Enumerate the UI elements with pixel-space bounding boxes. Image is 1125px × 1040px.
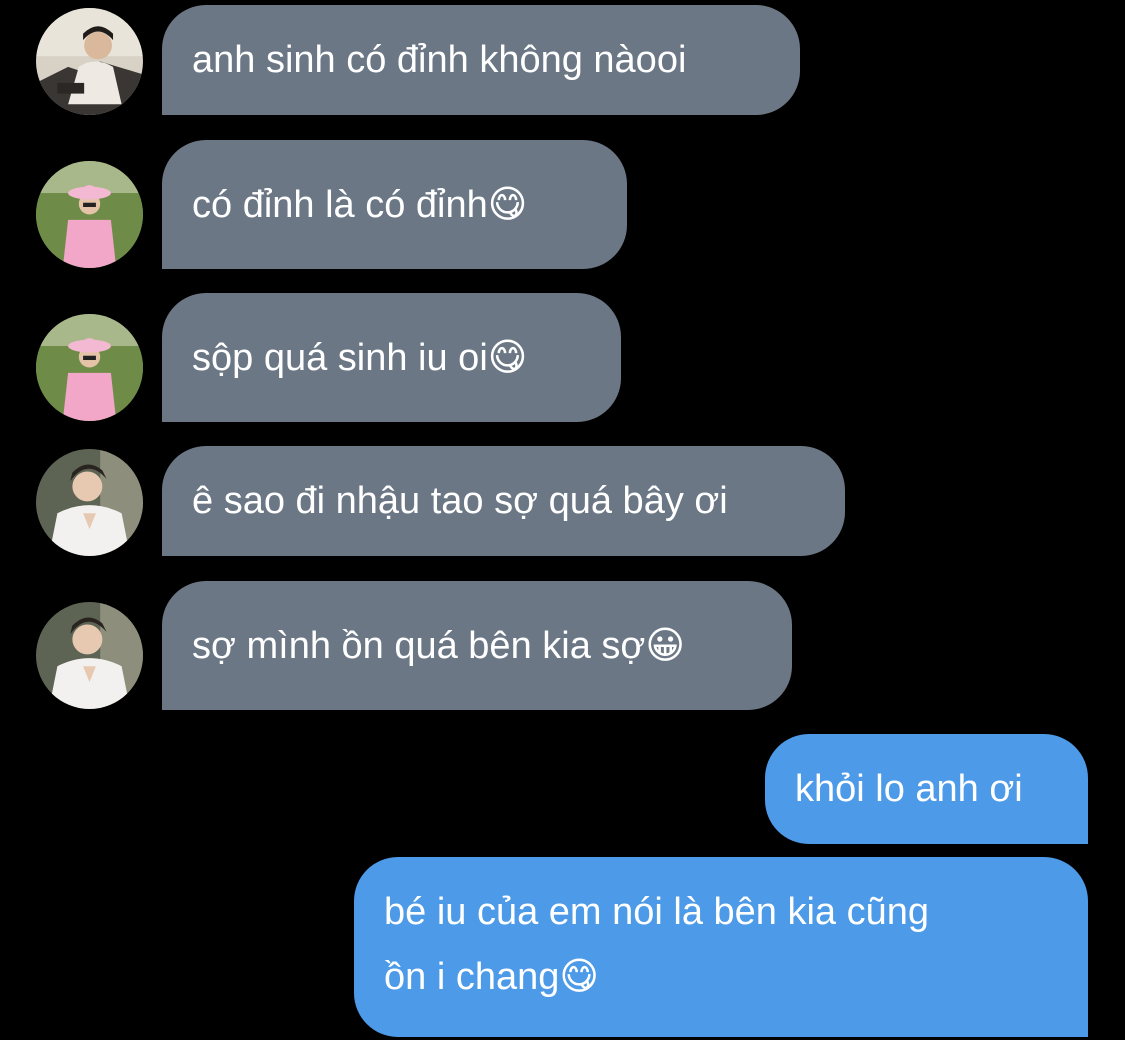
message-bubble-incoming[interactable]: sộp quá sinh iu oi😋 xyxy=(162,293,621,422)
message-bubble-incoming[interactable]: anh sinh có đỉnh không nàooi xyxy=(162,5,800,115)
message-text: khỏi lo anh ơi xyxy=(795,768,1023,810)
message-text: có đỉnh là có đỉnh xyxy=(192,184,488,226)
message-text: sộp quá sinh iu oi xyxy=(192,337,488,379)
avatar-man-white-sweater[interactable] xyxy=(36,8,143,115)
face-savoring-food-icon: 😋 xyxy=(487,335,528,379)
avatar-person-pink-hat[interactable] xyxy=(36,161,143,268)
message-bubble-incoming[interactable]: có đỉnh là có đỉnh😋 xyxy=(162,140,627,269)
grinning-face-icon: 😀 xyxy=(645,623,685,667)
avatar-man-white-shirt[interactable] xyxy=(36,449,143,556)
message-bubble-incoming[interactable]: sợ mình ồn quá bên kia sợ😀 xyxy=(162,581,792,710)
face-savoring-food-icon: 😋 xyxy=(559,954,599,998)
avatar-man-white-shirt[interactable] xyxy=(36,602,143,709)
avatar-person-pink-hat[interactable] xyxy=(36,314,143,421)
face-savoring-food-icon: 😋 xyxy=(487,182,528,226)
message-bubble-incoming[interactable]: ê sao đi nhậu tao sợ quá bây ơi xyxy=(162,446,845,556)
message-text: sợ mình ồn quá bên kia sợ xyxy=(192,625,646,667)
message-text-line: bé iu của em nói là bên kia cũng xyxy=(384,891,930,933)
message-bubble-outgoing[interactable]: bé iu của em nói là bên kia cũng ồn i ch… xyxy=(354,857,1088,1037)
message-text-line-2: ồn i chang😋 xyxy=(384,944,1058,1009)
message-text: ồn i chang xyxy=(384,956,560,998)
message-text: ê sao đi nhậu tao sợ quá bây ơi xyxy=(192,480,728,522)
message-bubble-outgoing[interactable]: khỏi lo anh ơi xyxy=(765,734,1088,844)
message-text: anh sinh có đỉnh không nàooi xyxy=(192,39,687,81)
